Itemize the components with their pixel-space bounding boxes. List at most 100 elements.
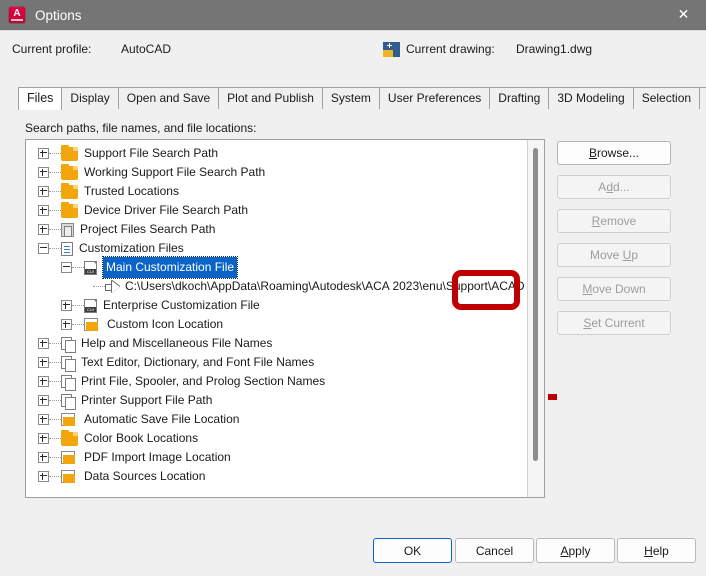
- tree-node[interactable]: Custom Icon Location: [26, 315, 544, 334]
- file-paths-tree[interactable]: Support File Search Path Working Support …: [25, 139, 545, 498]
- help-button[interactable]: Help: [617, 538, 696, 563]
- tree-node[interactable]: Device Driver File Search Path: [26, 201, 544, 220]
- tree-node-label: Support File Search Path: [84, 146, 219, 160]
- tree-node-label: Enterprise Customization File: [103, 298, 260, 312]
- cabinet-icon: [61, 222, 74, 237]
- tree-node[interactable]: Enterprise Customization File: [26, 296, 544, 315]
- tab-system[interactable]: System: [321, 87, 380, 109]
- expand-icon[interactable]: [38, 395, 49, 406]
- tree-connector: [49, 171, 61, 174]
- folder-open-icon: [84, 317, 101, 332]
- stacked-pages-icon: [61, 374, 76, 391]
- tab-display[interactable]: Display: [61, 87, 119, 109]
- remove-button[interactable]: Remove: [557, 209, 671, 233]
- expand-icon[interactable]: [38, 205, 49, 216]
- files-tab-panel: Search paths, file names, and file locat…: [0, 109, 706, 576]
- expand-icon[interactable]: [38, 414, 49, 425]
- tree-connector: [93, 285, 105, 288]
- apply-button[interactable]: Apply: [536, 538, 615, 563]
- tree-connector: [72, 323, 84, 326]
- tree-node[interactable]: Printer Support File Path: [26, 391, 544, 410]
- tree-node[interactable]: Support File Search Path: [26, 144, 544, 163]
- expand-icon[interactable]: [38, 471, 49, 482]
- folder-icon: [61, 182, 78, 199]
- window-title: Options: [35, 7, 82, 23]
- tab-drafting[interactable]: Drafting: [489, 87, 550, 109]
- tree-node[interactable]: Data Sources Location: [26, 467, 544, 486]
- tab-plot-and-publish[interactable]: Plot and Publish: [218, 87, 323, 109]
- tree-node-label: Color Book Locations: [84, 431, 199, 445]
- tree-scrollbar-thumb[interactable]: [533, 148, 538, 461]
- tree-connector: [49, 228, 61, 231]
- tree-node-label: C:\Users\dkoch\AppData\Roaming\Autodesk\…: [125, 279, 525, 293]
- cancel-button[interactable]: Cancel: [455, 538, 534, 563]
- tree-scrollbar[interactable]: [527, 140, 544, 497]
- expand-icon[interactable]: [38, 452, 49, 463]
- collapse-icon[interactable]: [61, 262, 72, 273]
- tab-profiles[interactable]: Profiles: [699, 87, 706, 109]
- tree-node-label: Text Editor, Dictionary, and Font File N…: [81, 355, 315, 369]
- expand-icon[interactable]: [61, 300, 72, 311]
- tab-3d-modeling[interactable]: 3D Modeling: [548, 87, 634, 109]
- tree-connector: [49, 399, 61, 402]
- autocad-a-icon: A: [9, 7, 25, 23]
- current-profile-value: AutoCAD: [121, 42, 172, 56]
- tree-connector: [49, 152, 61, 155]
- cui-file-icon: [84, 260, 97, 275]
- expand-icon[interactable]: [38, 148, 49, 159]
- tab-files[interactable]: Files: [18, 87, 63, 110]
- folder-open-icon: [61, 412, 78, 427]
- expand-icon[interactable]: [38, 338, 49, 349]
- tree-node[interactable]: Working Support File Search Path: [26, 163, 544, 182]
- tree-node-label: Main Customization File: [101, 256, 239, 279]
- expand-icon[interactable]: [38, 357, 49, 368]
- current-profile-label: Current profile:: [12, 42, 92, 56]
- tree-node[interactable]: Color Book Locations: [26, 429, 544, 448]
- move-down-button[interactable]: Move Down: [557, 277, 671, 301]
- expand-icon[interactable]: [38, 376, 49, 387]
- tree-node[interactable]: Text Editor, Dictionary, and Font File N…: [26, 353, 544, 372]
- expand-icon[interactable]: [38, 167, 49, 178]
- stacked-pages-icon: [61, 336, 76, 353]
- tree-node[interactable]: Customization Files: [26, 239, 544, 258]
- tree-connector: [49, 361, 61, 364]
- expand-icon[interactable]: [38, 224, 49, 235]
- browse-button[interactable]: Browse...: [557, 141, 671, 165]
- expand-icon[interactable]: [38, 186, 49, 197]
- tree-connector: [49, 342, 61, 345]
- tab-open-and-save[interactable]: Open and Save: [117, 87, 220, 109]
- tree-connector: [72, 266, 84, 269]
- tree-node-label: Print File, Spooler, and Prolog Section …: [81, 374, 326, 388]
- set-current-button[interactable]: Set Current: [557, 311, 671, 335]
- folder-icon: [61, 144, 78, 161]
- tree-node[interactable]: Help and Miscellaneous File Names: [26, 334, 544, 353]
- profile-row: Current profile: AutoCAD Current drawing…: [0, 39, 706, 61]
- tree-node[interactable]: PDF Import Image Location: [26, 448, 544, 467]
- tree-node[interactable]: Automatic Save File Location: [26, 410, 544, 429]
- ok-button[interactable]: OK: [373, 538, 452, 563]
- tree-node-label: PDF Import Image Location: [84, 450, 231, 464]
- dialog-button-bar: OK Cancel Apply Help: [0, 532, 706, 576]
- tree-node[interactable]: C:\Users\dkoch\AppData\Roaming\Autodesk\…: [26, 277, 544, 296]
- tab-user-preferences[interactable]: User Preferences: [378, 87, 491, 109]
- options-dialog: Current profile: AutoCAD Current drawing…: [0, 30, 706, 576]
- collapse-icon[interactable]: [38, 243, 49, 254]
- tree-connector: [72, 304, 84, 307]
- folder-open-icon: [61, 469, 78, 484]
- current-drawing-value: Drawing1.dwg: [516, 42, 593, 56]
- tree-node[interactable]: Print File, Spooler, and Prolog Section …: [26, 372, 544, 391]
- close-icon[interactable]: ✕: [661, 0, 706, 30]
- tree-node-label: Custom Icon Location: [107, 317, 224, 331]
- red-dash-marker: [548, 394, 557, 400]
- tree-node[interactable]: Project Files Search Path: [26, 220, 544, 239]
- add-button[interactable]: Add...: [557, 175, 671, 199]
- tree-node[interactable]: Main Customization File: [26, 256, 544, 279]
- tree-node[interactable]: Trusted Locations: [26, 182, 544, 201]
- expand-icon[interactable]: [61, 319, 72, 330]
- tab-selection[interactable]: Selection: [632, 87, 701, 109]
- move-up-button[interactable]: Move Up: [557, 243, 671, 267]
- expand-icon[interactable]: [38, 433, 49, 444]
- stacked-pages-icon: [61, 393, 76, 410]
- tree-connector: [49, 475, 61, 478]
- tree-connector: [49, 380, 61, 383]
